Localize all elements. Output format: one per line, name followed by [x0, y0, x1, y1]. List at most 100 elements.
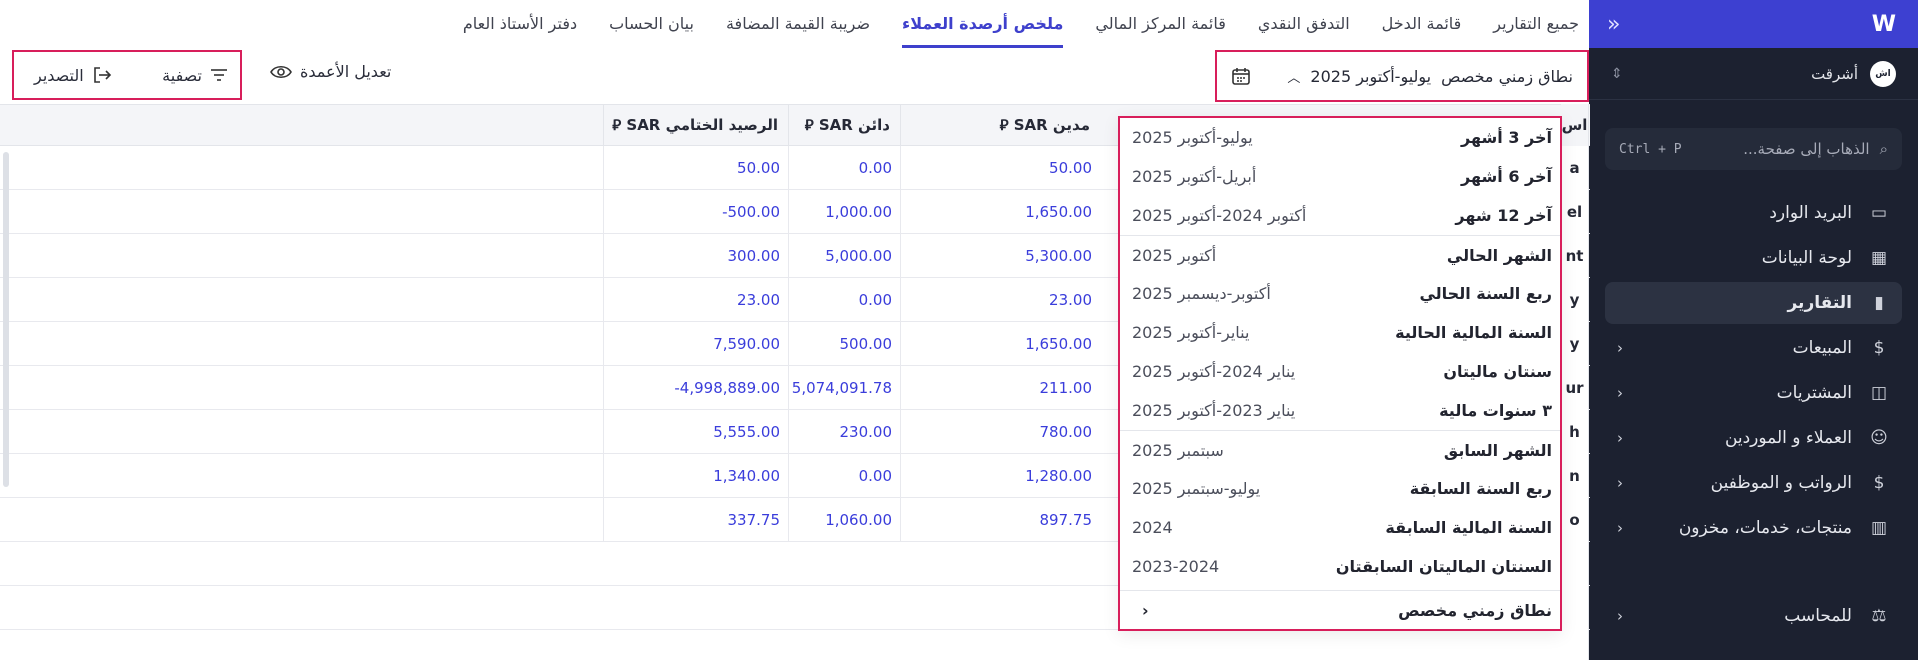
- date-range-option[interactable]: آخر 12 شهر أكتوبر 2024-أكتوبر 2025: [1120, 196, 1560, 235]
- chevron-up-icon: ︿: [1287, 70, 1301, 86]
- search-icon: ⌕: [1879, 140, 1888, 158]
- tab-5[interactable]: ضريبة القيمة المضافة: [726, 14, 870, 48]
- table-cell: 1,650.00: [900, 190, 1100, 233]
- calendar-icon: [1232, 68, 1250, 85]
- tab-1[interactable]: قائمة الدخل: [1382, 14, 1462, 48]
- sidebar-item-3[interactable]: $ المبيعات ‹: [1605, 327, 1902, 369]
- table-cell: -500.00: [603, 190, 788, 233]
- sidebar-item-5[interactable]: ☺ العملاء و الموردين ‹: [1605, 417, 1902, 459]
- table-cell: 230.00: [788, 410, 900, 453]
- edit-columns-label: تعديل الأعمدة: [300, 62, 392, 81]
- date-range-option[interactable]: سنتان ماليتان يناير 2024-أكتوبر 2025: [1120, 352, 1560, 391]
- table-cell: -4,998,889.00: [603, 366, 788, 409]
- tab-6[interactable]: بيان الحساب: [609, 14, 694, 48]
- date-range-option[interactable]: آخر 6 أشهر أبريل-أكتوبر 2025: [1120, 157, 1560, 196]
- date-range-option[interactable]: السنة المالية السابقة 2024: [1120, 508, 1560, 547]
- sidebar-item-8[interactable]: ⚖ للمحاسب ‹: [1605, 595, 1902, 637]
- column-header-2[interactable]: الرصيد الختامي SAR ⃁: [603, 105, 788, 146]
- filter-button[interactable]: تصفية: [162, 66, 228, 85]
- sidebar-item-4[interactable]: ◫ المشتريات ‹: [1605, 372, 1902, 414]
- clipped-name-column: اس a el nt y y ur h n o: [1561, 104, 1589, 660]
- table-cell: 7,590.00: [603, 322, 788, 365]
- sidebar-item-0[interactable]: ▭ البريد الوارد: [1605, 192, 1902, 234]
- clipped-name-cell: el: [1566, 203, 1583, 221]
- chevron-left-icon: ‹: [1142, 601, 1149, 620]
- column-header-label: دائن SAR ⃁: [804, 116, 890, 134]
- table-cell: 1,060.00: [788, 498, 900, 541]
- sidebar-nav: ▭ البريد الوارد ▦ لوحة البيانات ▮ التقار…: [1589, 192, 1918, 637]
- option-range: يناير 2024-أكتوبر 2025: [1132, 362, 1296, 381]
- org-switcher[interactable]: اش أشرقت ⇕: [1589, 48, 1918, 100]
- date-range-option[interactable]: السنة المالية الحالية يناير-أكتوبر 2025: [1120, 313, 1560, 352]
- dashboard-icon: ▦: [1870, 248, 1888, 268]
- table-row[interactable]: [0, 630, 1590, 660]
- option-label: ربع السنة الحالي: [1419, 284, 1552, 303]
- chevron-left-icon: ‹: [1617, 384, 1623, 402]
- date-range-option[interactable]: ربع السنة الحالي أكتوبر-ديسمبر 2025: [1120, 274, 1560, 313]
- option-label: ربع السنة السابقة: [1409, 479, 1552, 498]
- date-range-value: يوليو-أكتوبر 2025: [1310, 66, 1432, 86]
- option-label: السنة المالية السابقة: [1385, 518, 1552, 537]
- tab-4[interactable]: ملخص أرصدة العملاء: [902, 14, 1064, 48]
- export-icon: [93, 67, 111, 83]
- option-range: أكتوبر-ديسمبر 2025: [1132, 284, 1271, 303]
- tab-2[interactable]: التدفق النقدي: [1258, 14, 1350, 48]
- chevron-left-icon: ‹: [1617, 607, 1623, 625]
- date-range-dropdown: آخر 3 أشهر يوليو-أكتوبر 2025 آخر 6 أشهر أ…: [1118, 116, 1562, 631]
- option-label: آخر 6 أشهر: [1461, 167, 1552, 186]
- table-cell: 23.00: [603, 278, 788, 321]
- clipped-name-cell: nt: [1565, 247, 1584, 265]
- table-cell: 780.00: [900, 410, 1100, 453]
- table-cell: 300.00: [603, 234, 788, 277]
- sidebar-item-1[interactable]: ▦ لوحة البيانات: [1605, 237, 1902, 279]
- date-range-option[interactable]: ربع السنة السابقة يوليو-سبتمبر 2025: [1120, 469, 1560, 508]
- sidebar-item-label: منتجات، خدمات، مخزون: [1678, 518, 1852, 538]
- custom-range-option[interactable]: نطاق زمني مخصص ‹: [1120, 590, 1560, 630]
- users-icon: ☺: [1870, 428, 1888, 448]
- sidebar-item-7[interactable]: ▥ منتجات، خدمات، مخزون ‹: [1605, 507, 1902, 549]
- column-header-1[interactable]: دائن SAR ⃁: [788, 105, 900, 146]
- date-range-option[interactable]: الشهر الحالي أكتوبر 2025: [1120, 235, 1560, 274]
- nav-gap: [1589, 552, 1918, 592]
- sidebar-item-label: لوحة البيانات: [1761, 248, 1852, 268]
- export-button[interactable]: التصدير: [34, 66, 112, 85]
- tab-0[interactable]: جميع التقارير: [1493, 14, 1579, 48]
- table-cell: 1,280.00: [900, 454, 1100, 497]
- inbox-icon: ▭: [1870, 203, 1888, 223]
- table-cell: 0.00: [788, 146, 900, 189]
- date-range-label: نطاق زمني مخصص: [1441, 66, 1573, 86]
- tab-3[interactable]: قائمة المركز المالي: [1095, 14, 1225, 48]
- option-label: الشهر السابق: [1443, 440, 1552, 460]
- table-cell: 897.75: [900, 498, 1100, 541]
- tab-7[interactable]: دفتر الأستاذ العام: [463, 14, 577, 48]
- clipped-name-cell: o: [1569, 511, 1580, 529]
- page-search[interactable]: ⌕ الذهاب إلى صفحة... Ctrl + P: [1605, 128, 1902, 170]
- sidebar-item-label: التقارير: [1787, 293, 1852, 313]
- accountant-icon: ⚖: [1871, 606, 1887, 626]
- table-cell: 23.00: [900, 278, 1100, 321]
- date-range-option[interactable]: الشهر السابق سبتمبر 2025: [1120, 430, 1560, 469]
- table-cell: 1,340.00: [603, 454, 788, 497]
- sidebar-item-2[interactable]: ▮ التقارير: [1605, 282, 1902, 324]
- sidebar-item-label: المشتريات: [1776, 383, 1852, 403]
- option-range: أكتوبر 2024-أكتوبر 2025: [1132, 206, 1307, 225]
- clipped-name-cell: y: [1569, 291, 1580, 309]
- logo: W: [1871, 11, 1896, 37]
- edit-columns-button[interactable]: تعديل الأعمدة: [270, 62, 391, 81]
- column-header-0[interactable]: مدين SAR ⃁: [900, 105, 1100, 146]
- chevron-left-icon: ‹: [1617, 474, 1623, 492]
- sidebar-item-label: الرواتب و الموظفين: [1710, 473, 1852, 493]
- date-range-button[interactable]: نطاق زمني مخصص يوليو-أكتوبر 2025 ︿: [1215, 50, 1589, 102]
- table-cell: 5,074,091.78: [788, 366, 900, 409]
- custom-range-label: نطاق زمني مخصص: [1398, 601, 1552, 620]
- collapse-sidebar-icon[interactable]: «: [1607, 12, 1620, 37]
- chevron-left-icon: ‹: [1617, 429, 1623, 447]
- date-range-option[interactable]: ٣ سنوات مالية يناير 2023-أكتوبر 2025: [1120, 391, 1560, 430]
- sidebar-header: W «: [1589, 0, 1918, 48]
- table-cell: 50.00: [900, 146, 1100, 189]
- vertical-scrollbar[interactable]: [3, 152, 9, 487]
- sidebar-item-6[interactable]: $ الرواتب و الموظفين ‹: [1605, 462, 1902, 504]
- date-range-option[interactable]: آخر 3 أشهر يوليو-أكتوبر 2025: [1120, 118, 1560, 157]
- date-range-option[interactable]: السنتان الماليتان السابقتان 2023-2024: [1120, 547, 1560, 586]
- table-cell: 0.00: [788, 278, 900, 321]
